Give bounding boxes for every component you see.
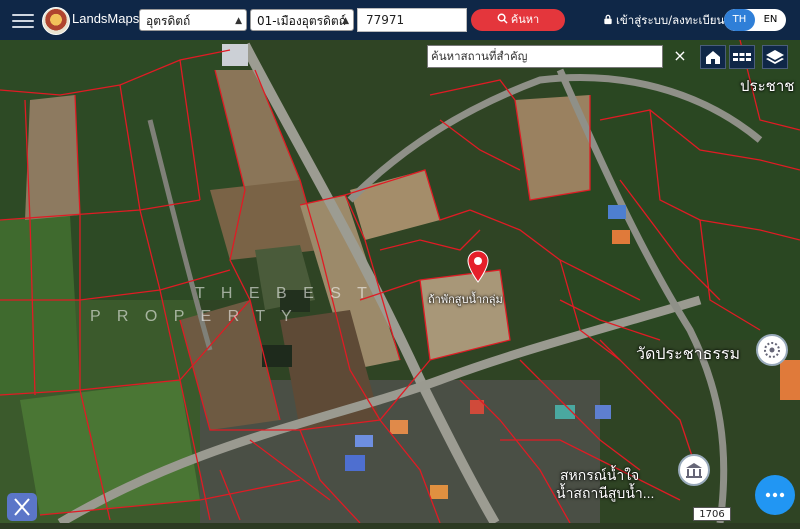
district-value: 01-เมืองอุตรดิตถ์ <box>257 14 346 28</box>
road-number-badge: 1706 <box>693 507 731 521</box>
chevron-updown-icon: ▲ <box>235 16 242 26</box>
search-button[interactable]: ค้นหา <box>471 9 565 31</box>
temple-label: วัดประชาธรรม <box>636 346 741 363</box>
department-logo-icon <box>42 7 70 35</box>
province-value: อุตรดิตถ์ <box>146 14 191 28</box>
search-icon <box>497 13 508 24</box>
province-select[interactable]: อุตรดิตถ์ ▲ <box>139 9 247 31</box>
parcel-number-input[interactable]: 77971 <box>357 8 467 32</box>
watermark-bottom: P R O P E R T Y <box>90 308 298 325</box>
more-options-button[interactable] <box>755 475 795 515</box>
measure-tools-button[interactable] <box>7 493 37 521</box>
grid-icon <box>733 53 751 61</box>
map-imagery <box>0 40 800 523</box>
login-link[interactable]: เข้าสู่ระบบ/ลงทะเบียน <box>603 12 724 30</box>
more-dots-icon <box>765 492 785 498</box>
wrench-cross-icon <box>14 498 30 516</box>
home-button[interactable] <box>700 45 726 69</box>
search-button-label: ค้นหา <box>510 13 540 26</box>
close-icon[interactable]: × <box>668 45 692 68</box>
language-toggle[interactable]: TH EN <box>724 9 786 31</box>
home-icon <box>706 51 720 64</box>
place-label-top-right: ประชาช <box>740 78 795 95</box>
map-pin-icon[interactable] <box>466 250 490 284</box>
place-search-input[interactable]: ค้นหาสถานที่สำคัญ <box>427 45 663 68</box>
login-label: เข้าสู่ระบบ/ลงทะเบียน <box>616 13 725 27</box>
lang-th-button[interactable]: TH <box>724 9 755 31</box>
marker-caption: ถ้าพักสูบน้ำกลุ่ม <box>428 294 503 306</box>
cooperative-label-line2: น้ำสถานีสูบน้ำ... <box>556 485 655 501</box>
lock-icon <box>604 14 612 25</box>
district-select[interactable]: 01-เมืองอุตรดิตถ์ ▲ <box>250 9 354 31</box>
government-building-icon[interactable] <box>678 454 710 486</box>
layers-icon <box>766 50 784 64</box>
grid-button[interactable] <box>729 45 755 69</box>
top-bar: LandsMaps อุตรดิตถ์ ▲ 01-เมืองอุตรดิตถ์ … <box>0 0 800 40</box>
watermark-top: T H E B E S T <box>195 285 373 302</box>
temple-icon[interactable] <box>756 334 788 366</box>
satellite-map[interactable]: T H E B E S T P R O P E R T Y ถ้าพักสูบน… <box>0 40 800 523</box>
menu-icon[interactable] <box>12 10 34 30</box>
layers-button[interactable] <box>762 45 788 69</box>
chevron-updown-icon: ▲ <box>342 16 349 26</box>
lang-en-button[interactable]: EN <box>755 9 786 31</box>
brand-title: LandsMaps <box>72 11 140 26</box>
